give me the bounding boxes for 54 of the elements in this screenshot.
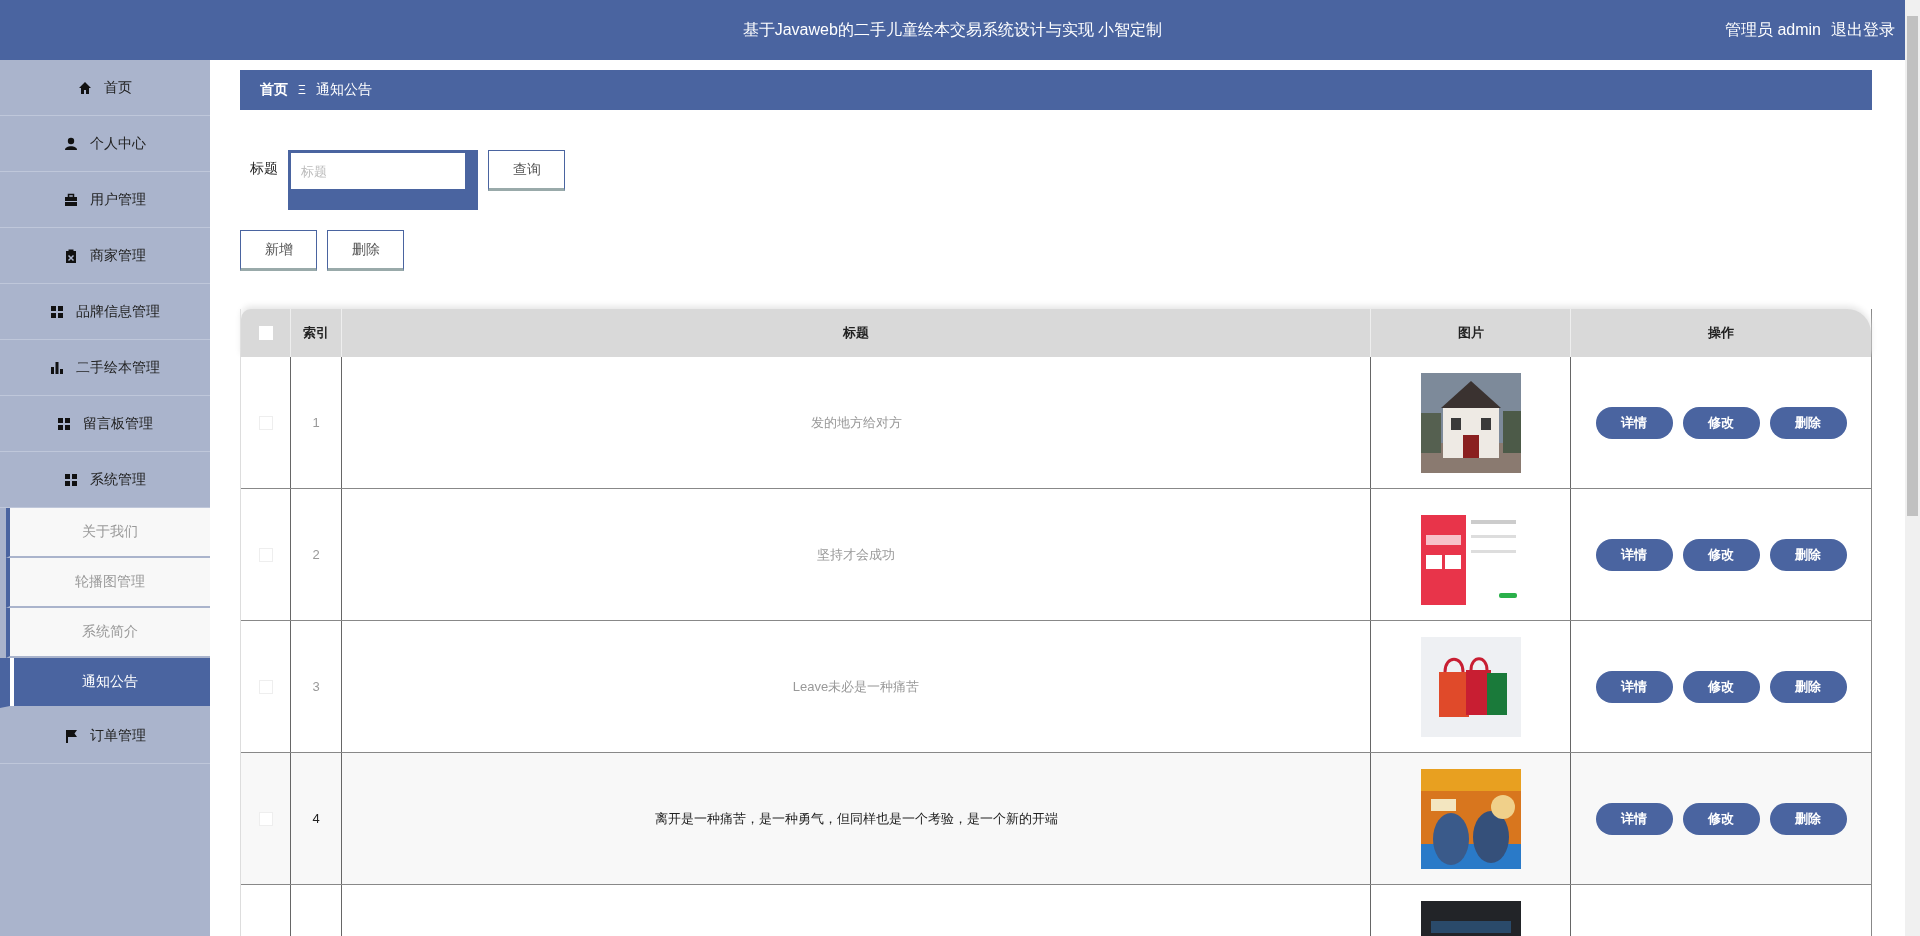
- delete-button[interactable]: 删除: [1769, 406, 1847, 439]
- delete-button[interactable]: 删除: [1769, 670, 1847, 703]
- table-row[interactable]: 2 坚持才会成功 详情 修改 删除: [241, 489, 1871, 621]
- delete-button[interactable]: 删除: [327, 230, 404, 271]
- edit-button[interactable]: 修改: [1682, 406, 1760, 439]
- details-button[interactable]: 详情: [1595, 406, 1673, 439]
- add-button[interactable]: 新增: [240, 230, 317, 271]
- column-header: 操作: [1707, 324, 1735, 342]
- admin-label: 管理员 admin: [1724, 19, 1821, 40]
- sidebar-item[interactable]: 用户管理: [0, 172, 210, 228]
- scrollbar[interactable]: [1905, 0, 1920, 936]
- edit-button[interactable]: 修改: [1682, 538, 1760, 571]
- details-button[interactable]: 详情: [1595, 802, 1673, 835]
- delete-button[interactable]: 删除: [1769, 802, 1847, 835]
- table-cell: 发的地方给对方: [810, 413, 902, 432]
- clipboard-icon: [64, 248, 78, 263]
- edit-button[interactable]: 修改: [1682, 802, 1760, 835]
- briefcase-icon: [64, 192, 78, 207]
- table-cell: 2: [312, 547, 320, 562]
- scrollbar-thumb[interactable]: [1907, 16, 1918, 516]
- user-icon: [64, 136, 78, 151]
- sidebar-item[interactable]: 二手绘本管理: [0, 340, 210, 396]
- details-button[interactable]: 详情: [1595, 538, 1673, 571]
- sidebar-item[interactable]: 首页: [0, 60, 210, 116]
- table-cell: 离开是一种痛苦，是一种勇气，但同样也是一个考验，是一个新的开端: [654, 809, 1058, 828]
- grid-icon: [50, 304, 64, 319]
- search-field[interactable]: 标题: [290, 152, 466, 190]
- grid-icon: [57, 416, 71, 431]
- table-row[interactable]: 4 离开是一种痛苦，是一种勇气，但同样也是一个考验，是一个新的开端 详情 修改 删除: [241, 753, 1871, 885]
- sidebar-item[interactable]: 个人中心: [0, 116, 210, 172]
- delete-button[interactable]: 删除: [1769, 538, 1847, 571]
- table-cell: 坚持才会成功: [817, 545, 895, 564]
- sidebar-item[interactable]: 品牌信息管理: [0, 284, 210, 340]
- flag-icon: [64, 728, 78, 743]
- sidebar-item[interactable]: 订单管理: [0, 708, 210, 764]
- sidebar-item[interactable]: 留言板管理: [0, 396, 210, 452]
- bar-chart-icon: [50, 360, 64, 375]
- logout-link[interactable]: 退出登录: [1831, 19, 1895, 41]
- grid-icon: [64, 472, 78, 487]
- system-title: 基于Javaweb的二手儿童绘本交易系统设计与实现 小智定制: [742, 19, 1163, 40]
- table-cell: 4: [312, 811, 320, 826]
- breadcrumb-link[interactable]: 首页: [260, 81, 288, 99]
- home-icon: [78, 80, 92, 95]
- table-cell: 1: [312, 415, 320, 430]
- details-button[interactable]: 详情: [1595, 670, 1673, 703]
- search-button[interactable]: 查询: [488, 150, 565, 191]
- edit-button[interactable]: 修改: [1682, 670, 1760, 703]
- breadcrumb-current: 通知公告: [315, 81, 372, 99]
- sidebar-subitem[interactable]: 通知公告: [0, 658, 210, 708]
- field-label: 标题: [250, 160, 278, 178]
- breadcrumb-separator: Ξ: [298, 83, 306, 97]
- table-cell: 3: [312, 679, 320, 694]
- sidebar-item[interactable]: 商家管理: [0, 228, 210, 284]
- table-row[interactable]: 1 发的地方给对方 详情 修改 删除: [241, 357, 1871, 489]
